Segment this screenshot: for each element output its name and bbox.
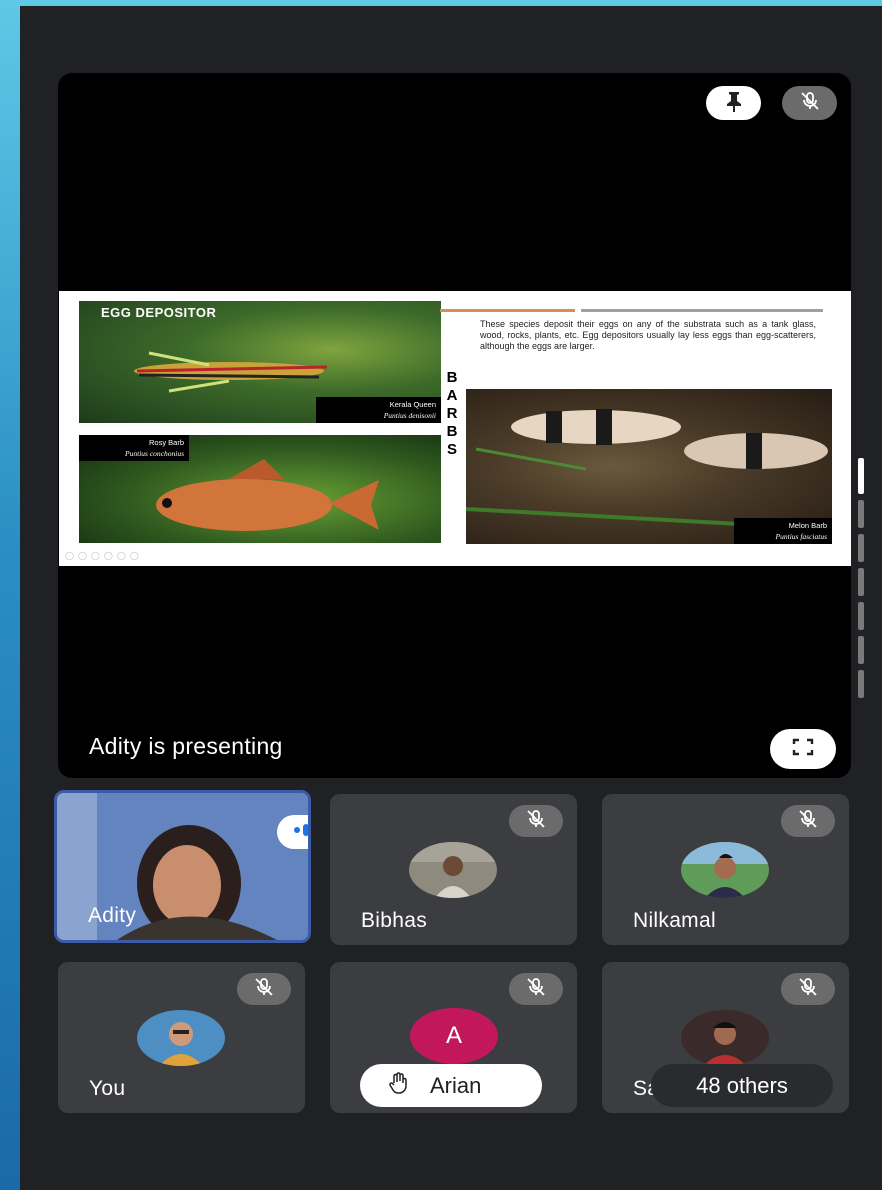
participant-tile-adity[interactable]: Adity — [54, 790, 311, 943]
scroll-segment — [858, 636, 864, 664]
rosy-barb-photo: Rosy Barb Puntius conchonius — [79, 435, 441, 543]
participant-name: Bibhas — [361, 909, 428, 932]
letter-avatar: A — [410, 1008, 498, 1064]
pin-icon — [724, 90, 744, 117]
raised-hand-name: Arian — [430, 1072, 482, 1098]
kerala-queen-photo: EGG DEPOSITOR Kerala Queen Puntius denis… — [79, 301, 441, 423]
participant-name: Adity — [88, 904, 137, 927]
scroll-segment — [858, 534, 864, 562]
scroll-segment — [858, 458, 864, 494]
presenting-label: Adity is presenting — [89, 733, 283, 759]
slide-body-text: These species deposit their eggs on any … — [480, 319, 816, 351]
shared-slide: EGG DEPOSITOR Kerala Queen Puntius denis… — [59, 291, 851, 566]
scroll-segment — [858, 500, 864, 528]
scroll-segment — [858, 670, 864, 698]
mic-off-icon — [797, 808, 819, 835]
vertical-letter: R — [446, 405, 458, 422]
caption-common-name: Melon Barb — [788, 521, 827, 530]
caption-scientific-name: Puntius conchonius — [125, 449, 184, 458]
vertical-letter: B — [446, 369, 458, 386]
mic-off-icon — [253, 976, 275, 1003]
avatar — [137, 1010, 225, 1066]
slide-toolbar: ◯◯◯◯◯◯ — [65, 551, 143, 560]
vertical-letter: S — [446, 441, 457, 458]
participant-tile-bibhas[interactable]: Bibhas — [330, 794, 577, 945]
stage-mic-off-indicator — [782, 86, 837, 120]
melon-barb-photo: Melon Barb Puntius fasciatus — [466, 389, 832, 544]
photo-caption: Melon Barb Puntius fasciatus — [734, 518, 832, 544]
speaking-indicator-icon — [292, 822, 308, 843]
participant-tile-nilkamal[interactable]: Nilkamal — [602, 794, 849, 945]
tile-scrollbar[interactable] — [858, 458, 866, 704]
presentation-stage[interactable]: EGG DEPOSITOR Kerala Queen Puntius denis… — [58, 73, 851, 778]
mic-off-indicator — [781, 805, 835, 837]
mic-off-icon — [525, 976, 547, 1003]
participant-tile-you[interactable]: You — [58, 962, 305, 1113]
raised-hand-chip[interactable]: Arian — [360, 1064, 542, 1107]
vertical-letter: A — [446, 387, 458, 404]
speaking-indicator — [277, 815, 308, 849]
slide-accent-bar — [581, 309, 823, 312]
caption-common-name: Rosy Barb — [148, 438, 184, 447]
meeting-screen: EGG DEPOSITOR Kerala Queen Puntius denis… — [20, 6, 882, 1190]
others-chip[interactable]: 48 others — [651, 1064, 833, 1107]
raise-hand-icon — [360, 1071, 430, 1100]
mic-off-icon — [525, 808, 547, 835]
slide-accent-bar — [440, 309, 575, 312]
slide-title: EGG DEPOSITOR — [101, 305, 217, 320]
photo-caption: Kerala Queen Puntius denisonii — [316, 397, 441, 423]
mic-off-icon — [799, 90, 821, 117]
avatar — [681, 842, 769, 898]
fullscreen-button[interactable] — [770, 729, 836, 769]
caption-scientific-name: Puntius denisonii — [383, 411, 436, 420]
mic-off-indicator — [509, 973, 563, 1005]
participant-name: You — [89, 1077, 126, 1100]
scroll-segment — [858, 602, 864, 630]
scroll-segment — [858, 568, 864, 596]
caption-scientific-name: Puntius fasciatus — [775, 532, 827, 541]
mic-off-indicator — [237, 973, 291, 1005]
mic-off-indicator — [509, 805, 563, 837]
avatar — [681, 1010, 769, 1066]
photo-caption: Rosy Barb Puntius conchonius — [79, 435, 189, 461]
pin-button[interactable] — [706, 86, 761, 120]
caption-common-name: Kerala Queen — [389, 400, 436, 409]
avatar — [409, 842, 497, 898]
mic-off-icon — [797, 976, 819, 1003]
vertical-letter: B — [446, 423, 458, 440]
fullscreen-icon — [792, 738, 814, 761]
participant-name: Nilkamal — [633, 909, 716, 932]
mic-off-indicator — [781, 973, 835, 1005]
barbs-vertical-word: B A R B S — [445, 369, 459, 459]
